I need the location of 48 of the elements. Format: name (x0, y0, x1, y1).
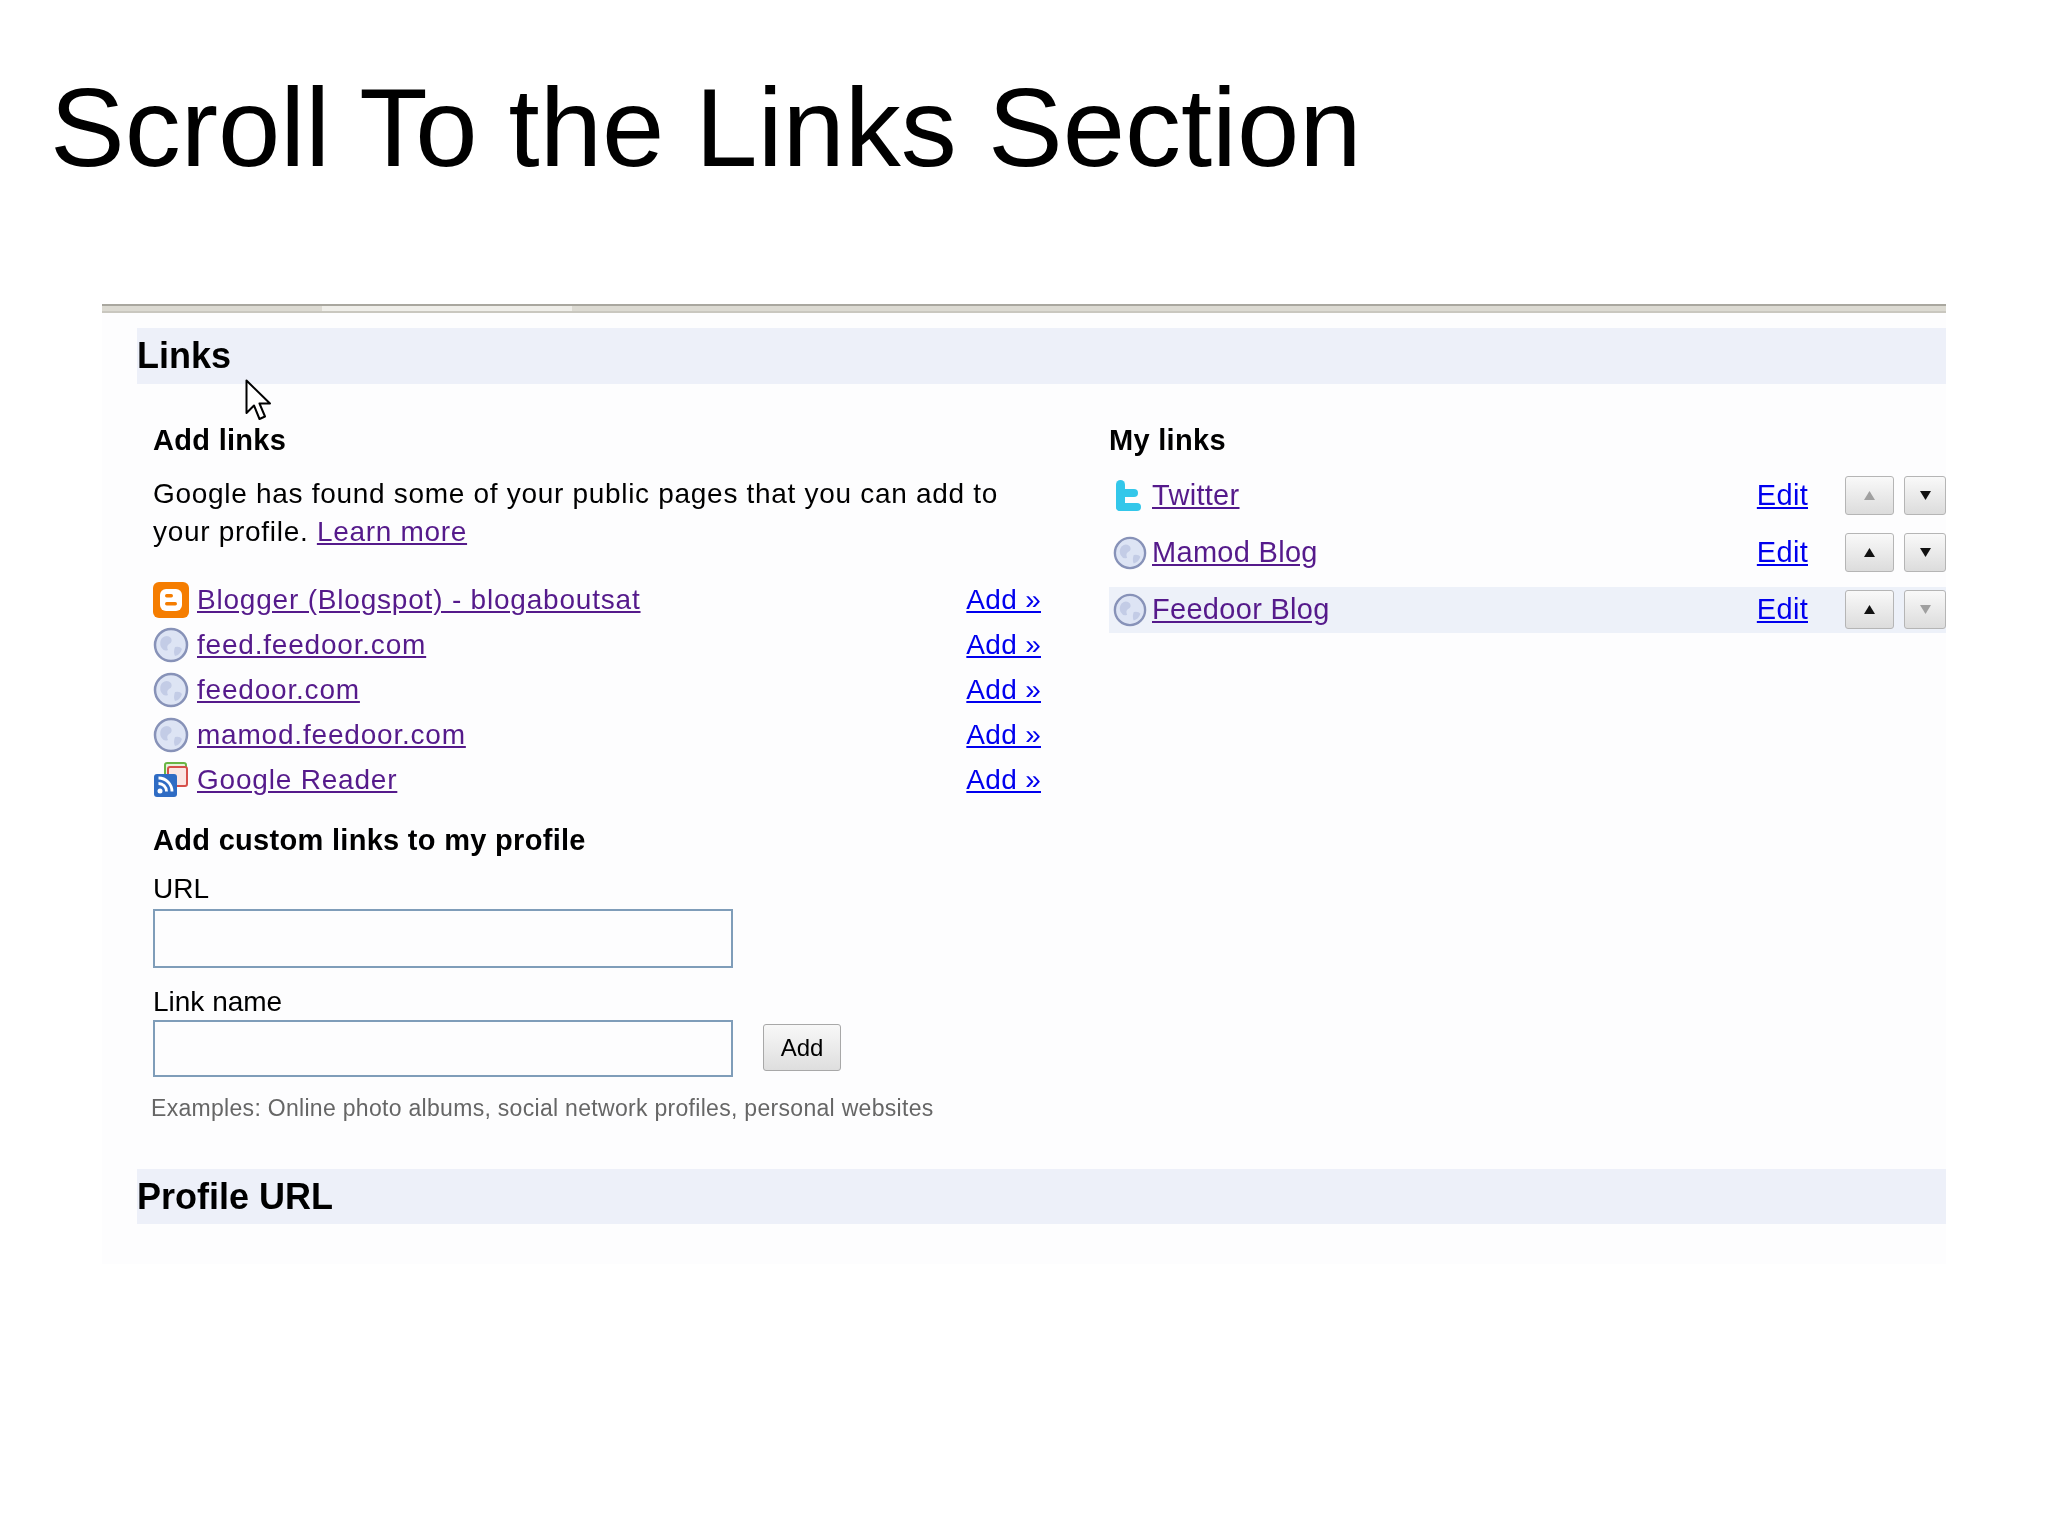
mouse-cursor-icon (245, 378, 273, 423)
up-triangle-icon (1863, 604, 1876, 616)
hint-text: Examples: Online photo albums, social network profiles, personal websites (151, 1093, 935, 1123)
my-link[interactable]: Mamod Blog (1152, 536, 1318, 569)
slide-title: Scroll To the Links Section (49, 64, 1363, 192)
section-header: Links (137, 327, 1946, 384)
site-link[interactable]: Blogger (Blogspot) - blogaboutsat (197, 584, 641, 616)
globe-icon (1113, 592, 1147, 627)
edit-link[interactable]: Edit (1756, 531, 1808, 575)
field-label: URL (153, 871, 210, 906)
blog-icon (153, 582, 189, 619)
down-triangle-icon (1918, 490, 1932, 502)
add-link[interactable]: Add » (966, 624, 1041, 667)
field-label: Link name (153, 984, 284, 1019)
subsection-heading: My links (1109, 422, 1227, 458)
rss-feed-icon (153, 762, 189, 799)
down-triangle-icon (1918, 604, 1932, 616)
add-button[interactable]: Add (763, 1024, 841, 1072)
site-link[interactable]: feedoor.com (197, 674, 360, 706)
input-field[interactable] (153, 1019, 733, 1077)
add-link[interactable]: Add » (966, 579, 1041, 622)
globe-icon (153, 717, 189, 754)
globe-icon (153, 672, 189, 709)
add-link[interactable]: Add » (966, 669, 1041, 712)
learn-more-link[interactable]: Learn more (316, 515, 468, 547)
edit-link[interactable]: Edit (1756, 474, 1808, 518)
subsection-heading: Add custom links to my profile (153, 822, 587, 858)
site-link[interactable]: Google Reader (197, 764, 398, 796)
move-down-button[interactable] (1904, 476, 1946, 516)
up-triangle-icon (1863, 547, 1876, 559)
add-link[interactable]: Add » (966, 714, 1041, 757)
site-link[interactable]: feed.feedoor.com (197, 629, 427, 661)
up-triangle-icon (1863, 490, 1876, 502)
intro-text: Google has found some of your public pages that you can add to your profile. Learn more (153, 476, 1000, 549)
my-link[interactable]: Feedoor Blog (1152, 593, 1330, 626)
move-up-button[interactable] (1845, 533, 1894, 573)
down-triangle-icon (1918, 547, 1932, 559)
my-link[interactable]: Twitter (1152, 479, 1240, 512)
site-link[interactable]: mamod.feedoor.com (197, 719, 466, 751)
add-link[interactable]: Add » (966, 759, 1041, 802)
move-up-button[interactable] (1845, 590, 1894, 630)
edit-link[interactable]: Edit (1756, 588, 1808, 632)
input-field[interactable] (153, 908, 733, 968)
globe-icon (1113, 535, 1147, 570)
section-header: Profile URL (137, 1168, 1946, 1224)
subsection-heading: Add links (153, 422, 288, 458)
globe-icon (153, 627, 189, 664)
move-down-button[interactable] (1904, 533, 1946, 573)
